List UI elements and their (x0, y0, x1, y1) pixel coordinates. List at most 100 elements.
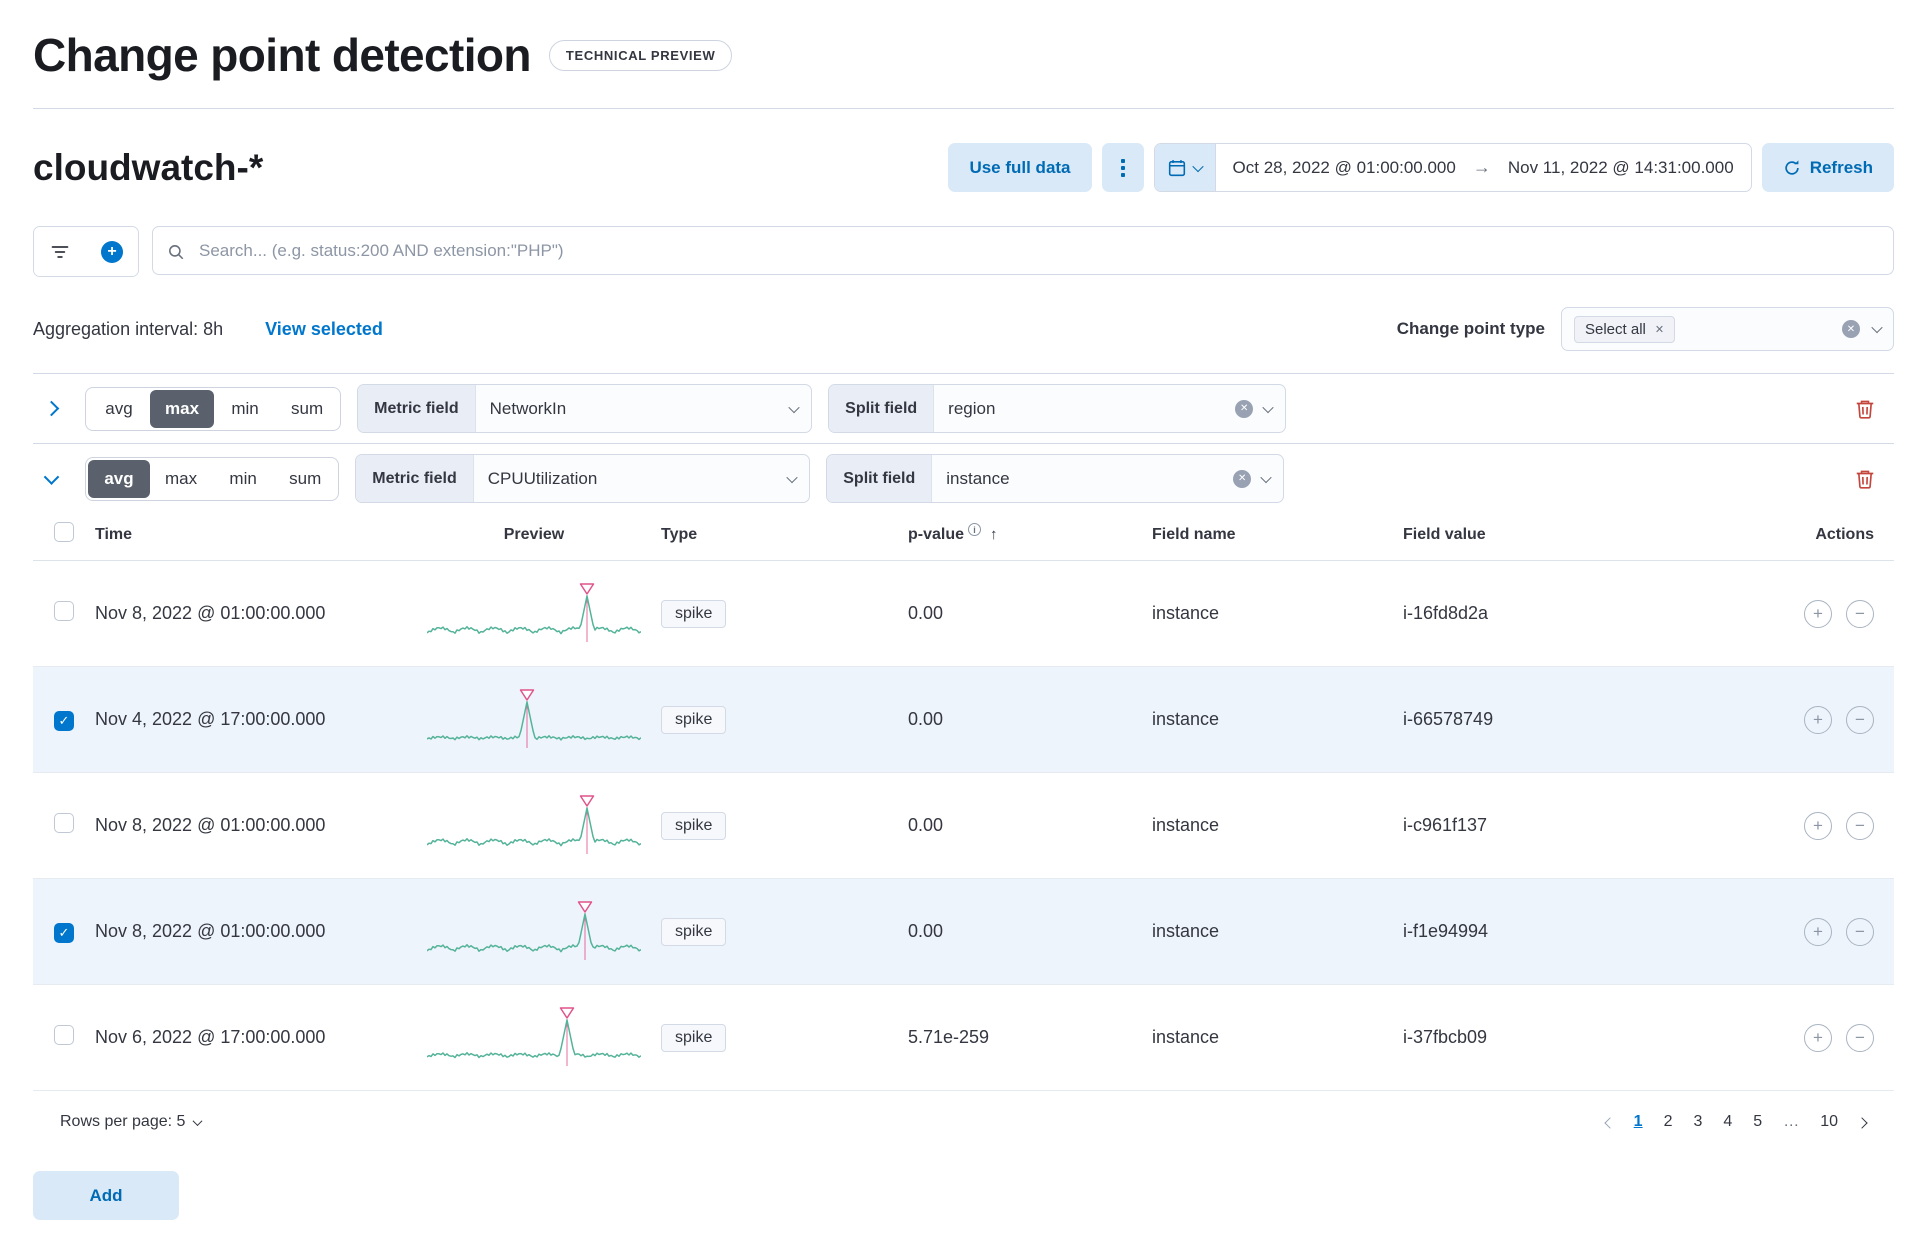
refresh-icon (1785, 159, 1799, 175)
chevron-down-icon (43, 469, 59, 485)
page-number-button[interactable]: 10 (1811, 1107, 1847, 1137)
split-field-select[interactable]: Split field instance ✕ (826, 454, 1285, 503)
page-number-button[interactable]: 2 (1655, 1107, 1682, 1137)
next-page-button[interactable] (1850, 1109, 1874, 1136)
select-all-checkbox[interactable] (54, 522, 74, 542)
field-name-cell: instance (1152, 603, 1220, 623)
search-input[interactable] (152, 226, 1894, 275)
remove-option-icon[interactable]: ✕ (1655, 323, 1664, 336)
time-cell: Nov 4, 2022 @ 17:00:00.000 (95, 709, 326, 729)
filter-for-value-button[interactable]: + (1804, 811, 1832, 840)
view-selected-link[interactable]: View selected (265, 319, 383, 340)
preview-cell (415, 790, 661, 862)
actions-cell: + − (1774, 917, 1894, 946)
agg-button-max[interactable]: max (150, 460, 212, 498)
technical-preview-badge: TECHNICAL PREVIEW (548, 39, 733, 71)
change-point-type-combobox[interactable]: Select all ✕ ✕ (1561, 307, 1894, 351)
filter-out-value-button[interactable]: − (1846, 599, 1874, 628)
filter-for-value-button[interactable]: + (1804, 705, 1832, 734)
chevron-right-icon (43, 400, 59, 417)
date-picker-calendar-button[interactable] (1154, 144, 1216, 191)
filter-for-value-button[interactable]: + (1804, 1023, 1832, 1052)
page-number-button[interactable]: … (1774, 1107, 1808, 1137)
row-checkbox[interactable] (54, 813, 74, 833)
delete-config-button[interactable] (1846, 460, 1884, 498)
split-field-prepend-label: Split field (827, 455, 933, 502)
agg-function-group: avg max min sum (85, 456, 340, 501)
col-type: Type (661, 525, 698, 543)
page-number-button[interactable]: 3 (1684, 1107, 1711, 1137)
agg-button-max[interactable]: max (150, 389, 215, 428)
page-number-button[interactable]: 5 (1744, 1107, 1771, 1137)
selected-option-pill: Select all ✕ (1574, 315, 1676, 343)
field-value-cell: i-c961f137 (1403, 815, 1488, 835)
page-number-button[interactable]: 4 (1714, 1107, 1741, 1137)
time-cell: Nov 8, 2022 @ 01:00:00.000 (95, 921, 326, 941)
clear-icon[interactable]: ✕ (1842, 320, 1860, 338)
prev-page-button[interactable] (1598, 1109, 1622, 1136)
query-options-button[interactable] (1101, 143, 1144, 192)
delete-config-button[interactable] (1846, 390, 1884, 428)
index-pattern-title: cloudwatch-* (33, 146, 264, 188)
row-checkbox[interactable] (54, 922, 74, 943)
refresh-button[interactable]: Refresh (1761, 143, 1894, 192)
chevron-down-icon (1262, 401, 1274, 413)
type-badge: spike (661, 599, 727, 628)
add-config-button[interactable]: Add (33, 1171, 179, 1220)
filter-for-value-button[interactable]: + (1804, 599, 1832, 628)
agg-button-min[interactable]: min (212, 460, 274, 498)
field-value-cell: i-37fbcb09 (1403, 1027, 1488, 1047)
config-bar: avg max min sum Metric field NetworkIn S… (33, 384, 1894, 433)
clear-icon[interactable]: ✕ (1233, 469, 1252, 488)
preview-cell (415, 578, 661, 650)
agg-button-avg[interactable]: avg (88, 459, 150, 498)
expand-toggle-button[interactable] (33, 391, 69, 427)
pagination: 1 2 3 4 5 … 10 (1598, 1107, 1874, 1137)
use-full-data-button[interactable]: Use full data (948, 143, 1092, 192)
col-p-value[interactable]: p-value i ↑ (908, 523, 1152, 544)
metric-field-select[interactable]: Metric field CPUUtilization (355, 454, 811, 503)
agg-button-avg[interactable]: avg (88, 390, 150, 428)
toolbar: cloudwatch-* Use full data Oct 28, 2022 … (33, 143, 1894, 192)
agg-button-sum[interactable]: sum (276, 390, 338, 428)
rows-per-page-button[interactable]: Rows per page: 5 (54, 1112, 207, 1132)
type-badge: spike (661, 917, 727, 946)
preview-cell (415, 1002, 661, 1074)
chevron-down-icon (1871, 321, 1883, 334)
info-icon[interactable]: i (968, 523, 982, 536)
split-field-value: instance (946, 468, 1010, 488)
filter-button[interactable] (34, 227, 86, 276)
meta-row: Aggregation interval: 8h View selected C… (33, 307, 1894, 351)
boxes-vertical-icon (1120, 165, 1125, 170)
filter-out-value-button[interactable]: − (1846, 1023, 1874, 1052)
filter-for-value-button[interactable]: + (1804, 917, 1832, 946)
p-value-cell: 0.00 (908, 815, 944, 835)
row-checkbox[interactable] (54, 710, 74, 731)
page-number-button[interactable]: 1 (1625, 1107, 1652, 1137)
add-filter-button[interactable]: + (86, 227, 138, 276)
table-row: Nov 8, 2022 @ 01:00:00.000 spike 0.00 in… (33, 773, 1894, 879)
collapse-toggle-button[interactable] (33, 461, 69, 497)
filter-out-value-button[interactable]: − (1846, 705, 1874, 734)
end-date-button[interactable]: Nov 11, 2022 @ 14:31:00.000 (1491, 144, 1751, 191)
col-field-value: Field value (1403, 525, 1486, 543)
preview-sparkline-chart (427, 582, 641, 642)
row-checkbox[interactable] (54, 1025, 74, 1045)
metric-field-select[interactable]: Metric field NetworkIn (357, 384, 813, 433)
chevron-down-icon (788, 401, 800, 413)
filter-out-value-button[interactable]: − (1846, 811, 1874, 840)
chevron-down-icon (1191, 160, 1204, 172)
agg-button-sum[interactable]: sum (274, 460, 336, 498)
agg-button-min[interactable]: min (214, 390, 276, 428)
calendar-icon (1168, 159, 1185, 176)
config-row: avg max min sum Metric field CPUUtilizat… (33, 443, 1894, 1157)
config-bar: avg max min sum Metric field CPUUtilizat… (33, 454, 1894, 503)
filter-out-value-button[interactable]: − (1846, 917, 1874, 946)
clear-icon[interactable]: ✕ (1235, 399, 1254, 418)
metric-field-prepend-label: Metric field (358, 385, 476, 432)
page-title: Change point detection (33, 29, 532, 81)
type-cell: spike (661, 917, 908, 946)
split-field-select[interactable]: Split field region ✕ (828, 384, 1287, 433)
row-checkbox[interactable] (54, 601, 74, 621)
start-date-button[interactable]: Oct 28, 2022 @ 01:00:00.000 (1216, 144, 1473, 191)
